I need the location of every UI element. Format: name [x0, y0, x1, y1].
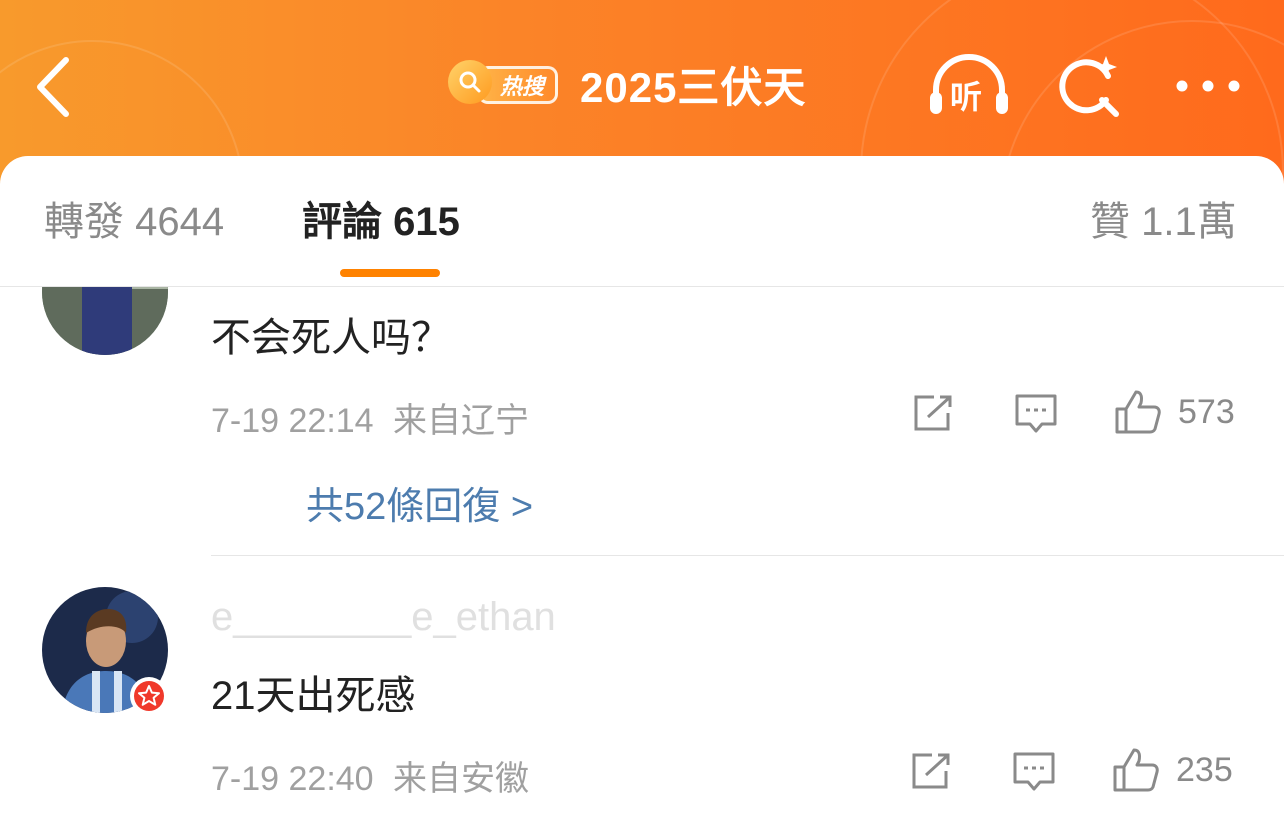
more-dots-icon — [1176, 80, 1240, 92]
comment-icon — [1013, 752, 1055, 791]
thumbs-up-icon — [1115, 390, 1161, 434]
chevron-left-icon — [37, 57, 69, 117]
share-icon — [912, 753, 950, 789]
repost-button[interactable] — [912, 393, 956, 433]
like-button[interactable] — [1112, 747, 1160, 793]
comment-icon — [1015, 394, 1057, 433]
like-count: 235 — [1176, 751, 1233, 789]
search-icon — [448, 60, 492, 104]
hot-search-badge[interactable]: 热搜 — [448, 60, 560, 110]
back-button[interactable] — [28, 52, 84, 122]
listen-label: 听 — [950, 79, 983, 115]
like-button[interactable] — [1114, 389, 1162, 435]
like-count: 573 — [1178, 393, 1235, 431]
comment-meta: 7-19 22:40 来自安徽 — [211, 751, 529, 800]
tab-comments[interactable]: 評論 615 — [302, 192, 460, 252]
comment-list: 不会死人吗？ 7-19 22:14 来自辽宁 573 共52條回復 > e___… — [0, 287, 1284, 822]
avatar[interactable] — [42, 287, 168, 355]
comment-location: 来自安徽 — [393, 760, 530, 798]
star-badge-icon — [134, 681, 164, 711]
reply-button[interactable] — [1012, 751, 1056, 793]
thumbs-up-icon — [1113, 748, 1159, 792]
repost-button[interactable] — [910, 751, 954, 791]
tab-repost[interactable]: 轉發 4644 — [44, 192, 224, 252]
verified-badge — [130, 677, 168, 715]
reply-button[interactable] — [1014, 393, 1058, 435]
view-replies-link[interactable]: 共52條回復 > — [306, 475, 533, 530]
comment-divider — [211, 555, 1284, 556]
comment-text: 不会死人吗？ — [211, 316, 451, 360]
comment-time: 7-19 22:40 — [211, 760, 374, 798]
active-tab-indicator — [340, 269, 440, 277]
search-sparkle-icon — [1059, 56, 1119, 117]
search-button[interactable] — [1056, 54, 1122, 120]
listen-button[interactable]: 听 — [928, 52, 1010, 118]
user-photo-icon — [42, 287, 168, 355]
tab-bar: 轉發 4644 評論 615 贊 1.1萬 — [0, 156, 1284, 287]
tab-likes[interactable]: 贊 1.1萬 — [1090, 192, 1237, 252]
weibo-comments-page: 热搜 2025三伏天 听 轉發 4644 評論 615 贊 1.1萬 不会死人吗… — [0, 0, 1284, 822]
comment-location: 来自辽宁 — [393, 402, 530, 440]
page-title: 2025三伏天 — [580, 64, 807, 111]
share-icon — [914, 395, 952, 431]
comment-text: 21天出死感 — [211, 674, 416, 718]
more-button[interactable] — [1172, 72, 1244, 100]
comment-meta: 7-19 22:14 来自辽宁 — [211, 393, 529, 442]
username[interactable]: e________e_ethan — [211, 595, 556, 640]
comment-time: 7-19 22:14 — [211, 402, 374, 440]
